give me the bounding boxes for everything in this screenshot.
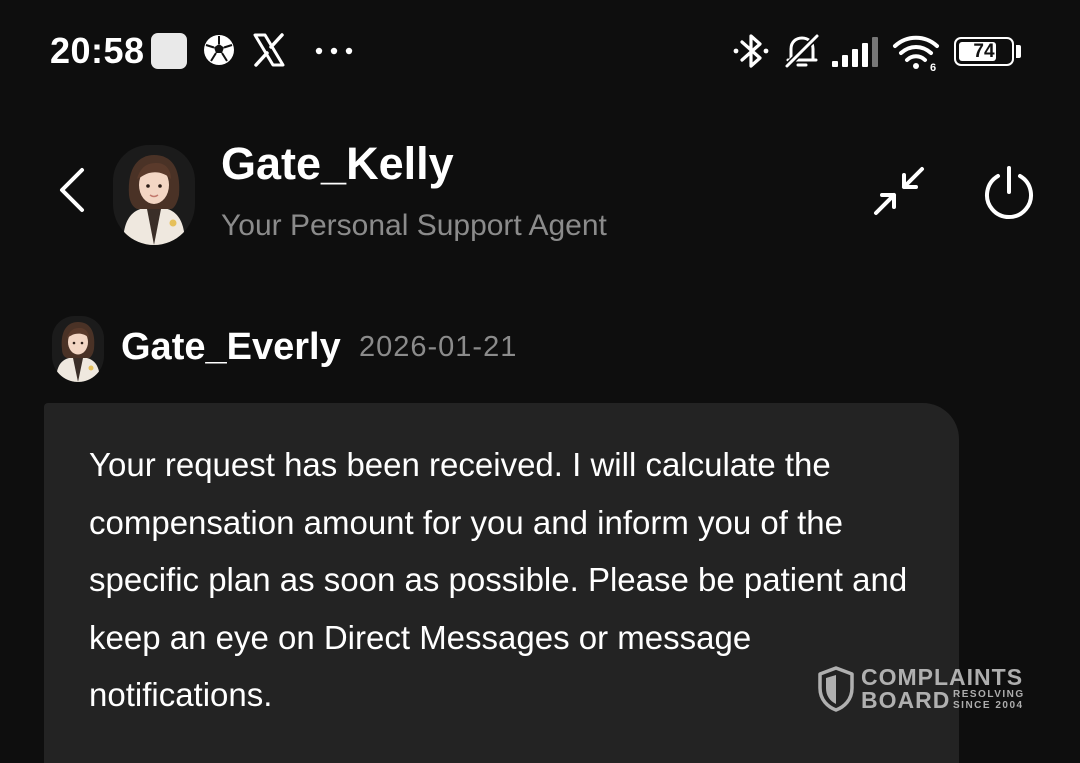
message-date: 2026-01-21 (359, 331, 518, 363)
sender-avatar[interactable] (52, 316, 104, 382)
shield-icon (818, 666, 854, 712)
x-logo-icon (253, 33, 285, 67)
soccer-ball-icon (204, 35, 234, 65)
signal-icon (832, 37, 878, 67)
bluetooth-icon (733, 34, 769, 68)
watermark-line2: BOARD (861, 687, 951, 713)
notification-square-icon (151, 33, 187, 69)
wifi-icon: 6 (893, 35, 939, 72)
battery-level: 74 (973, 41, 995, 62)
watermark-tag2: SINCE 2004 (953, 700, 1024, 711)
battery-icon: 74 (954, 37, 1014, 66)
status-time: 20:58 (50, 30, 145, 71)
watermark-tag1: RESOLVING (953, 689, 1025, 700)
agent-avatar[interactable] (113, 145, 195, 245)
agent-subtitle: Your Personal Support Agent (221, 209, 607, 242)
agent-name: Gate_Kelly (221, 138, 454, 189)
message-text: Your request has been received. I will c… (89, 446, 908, 713)
battery-nub (1016, 45, 1021, 58)
sender-name: Gate_Everly (121, 326, 341, 368)
complaintsboard-watermark: COMPLAINTS BOARD RESOLVING SINCE 2004 (818, 664, 1032, 714)
back-chevron-icon[interactable] (52, 166, 92, 214)
more-dots-icon (315, 47, 353, 55)
bell-muted-icon (784, 33, 820, 69)
minimize-icon[interactable] (872, 165, 926, 217)
power-icon[interactable] (981, 165, 1037, 221)
wifi-badge: 6 (930, 62, 936, 72)
